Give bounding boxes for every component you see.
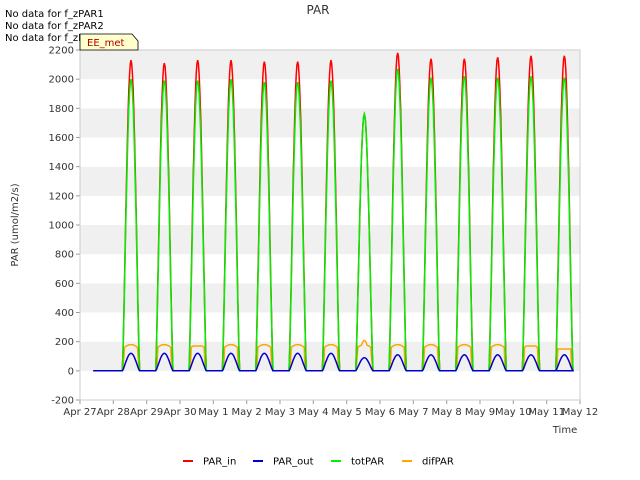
x-axis-ticks: Apr 27 Apr 28 Apr 29 Apr 30 May 1 May 2 May 3M… [63, 400, 598, 418]
x-axis-label: Time [552, 425, 577, 436]
legend-label: difPAR [422, 457, 454, 468]
x-tick-label: May 7 [398, 407, 428, 418]
x-tick-label: May 11 [528, 407, 565, 418]
legend-item-PAR_in: PAR_in [183, 457, 236, 468]
y-tick-label: 1400 [49, 162, 74, 173]
y-tick-label: 2000 [49, 75, 74, 86]
y-tick-label: 800 [55, 250, 74, 261]
legend-item-PAR_out: PAR_out [253, 457, 314, 468]
y-tick-label: 1600 [49, 133, 74, 144]
y-tick-label: 200 [55, 337, 74, 348]
grid-band [80, 254, 580, 284]
x-tick-label: May 8 [432, 407, 462, 418]
legend-label: totPAR [351, 457, 384, 468]
y-tick-label: 1200 [49, 191, 74, 202]
x-tick-label: May 9 [465, 407, 495, 418]
legend-item-difPAR: difPAR [402, 457, 454, 468]
x-tick-label: May 2 [232, 407, 262, 418]
x-tick-label: May 3 [265, 407, 295, 418]
grid-band [80, 225, 580, 255]
x-tick-label: May 10 [495, 407, 532, 418]
x-tick-label: Apr 29 [130, 407, 163, 418]
legend-label: PAR_in [203, 457, 236, 468]
chart-title: PAR [306, 3, 329, 17]
y-tick-label: 0 [68, 366, 74, 377]
x-tick-label: Apr 30 [163, 407, 196, 418]
x-tick-label: Apr 27 [63, 407, 96, 418]
y-tick-label: 2200 [49, 46, 74, 57]
y-tick-label: -200 [51, 396, 74, 407]
y-tick-label: 600 [55, 279, 74, 290]
y-axis-label: PAR (umol/m2/s) [10, 183, 21, 266]
grid-band [80, 166, 580, 196]
y-axis-ticks: -200 0 200 400 600 800 1000 1200 1400 1600 1800 200… [49, 46, 80, 407]
y-tick-label: 1800 [49, 104, 74, 115]
site-tag: EE_met [79, 33, 139, 51]
grid-band [80, 370, 580, 400]
x-tick-label: Apr 28 [97, 407, 130, 418]
grid-band [80, 137, 580, 167]
par-chart: -200 0 200 400 600 800 1000 1200 1400 1600 1800 200… [10, 3, 598, 468]
legend-label: PAR_out [273, 457, 314, 468]
site-tag-label: EE_met [87, 38, 125, 49]
x-tick-label: May 4 [298, 407, 328, 418]
y-tick-label: 400 [55, 308, 74, 319]
grid-band [80, 108, 580, 138]
x-tick-label: May 5 [332, 407, 362, 418]
x-tick-label: May 6 [365, 407, 395, 418]
grid-band [80, 195, 580, 225]
x-tick-label: May 1 [198, 407, 228, 418]
legend: PAR_in PAR_out totPAR difPAR [183, 457, 454, 468]
x-tick-label: May 12 [562, 407, 599, 418]
legend-item-totPAR: totPAR [331, 457, 384, 468]
y-tick-label: 1000 [49, 221, 74, 232]
